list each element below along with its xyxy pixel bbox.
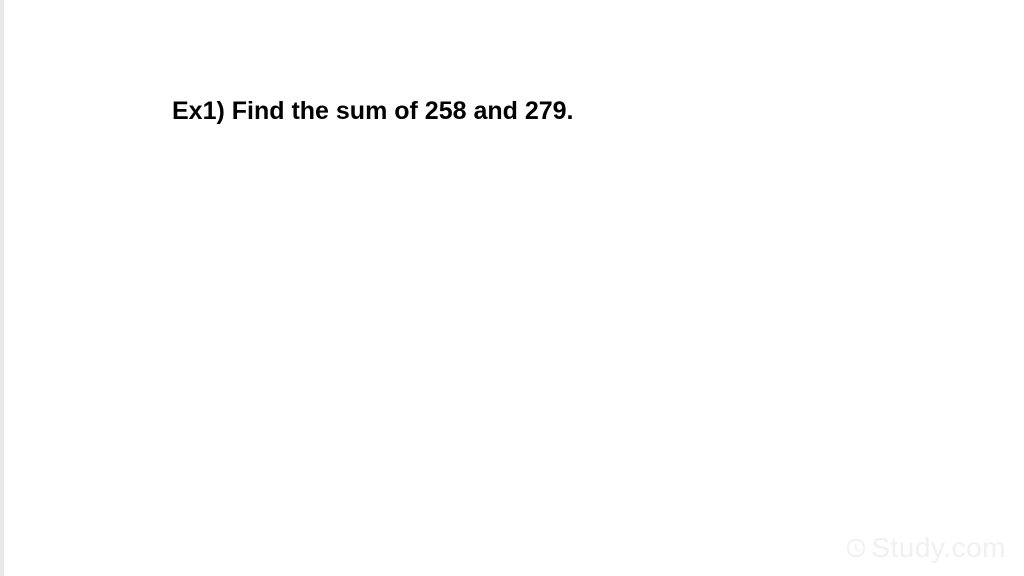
watermark: Study.com <box>845 532 1006 564</box>
problem-statement: Ex1) Find the sum of 258 and 279. <box>172 95 964 128</box>
clock-icon <box>845 537 867 559</box>
watermark-text: Study.com <box>871 532 1006 564</box>
left-edge-divider <box>0 0 4 576</box>
content-area: Ex1) Find the sum of 258 and 279. <box>172 95 964 128</box>
